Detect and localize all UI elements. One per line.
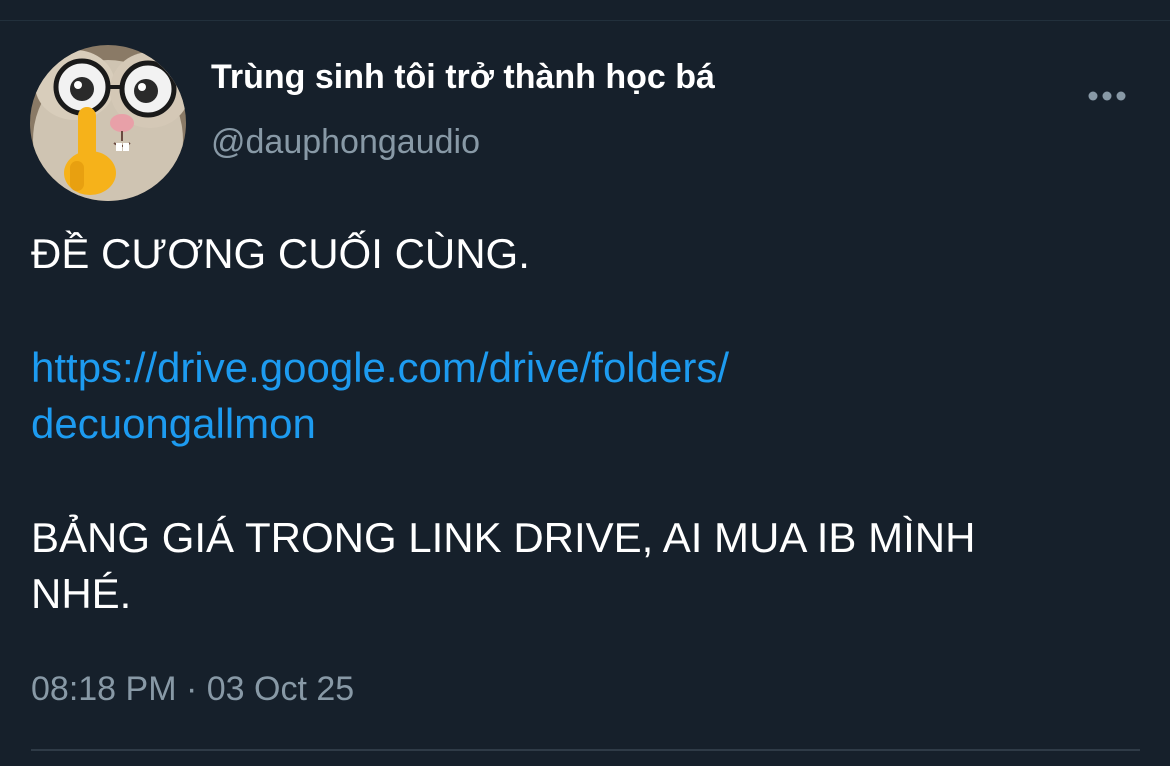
tweet-text-line: NHÉ.	[31, 570, 132, 617]
more-options-button[interactable]	[1082, 80, 1132, 112]
more-options-icon	[1088, 91, 1126, 101]
tweet-text-line: ĐỀ CƯƠNG CUỐI CÙNG.	[31, 230, 530, 277]
tweet-timestamp[interactable]: 08:18 PM · 03 Oct 25	[31, 670, 354, 709]
user-avatar[interactable]	[30, 45, 186, 201]
cat-avatar-icon	[30, 45, 186, 201]
display-name[interactable]: Trùng sinh tôi trở thành học bá	[211, 58, 715, 97]
drive-link-continued[interactable]: decuongallmon	[31, 396, 316, 452]
top-divider	[0, 20, 1170, 21]
user-handle[interactable]: @dauphongaudio	[211, 123, 480, 162]
tweet-text-line: BẢNG GIÁ TRONG LINK DRIVE, AI MUA IB MÌN…	[31, 514, 976, 561]
drive-link[interactable]: https://drive.google.com/drive/folders/	[31, 340, 729, 396]
bottom-divider	[31, 749, 1140, 751]
